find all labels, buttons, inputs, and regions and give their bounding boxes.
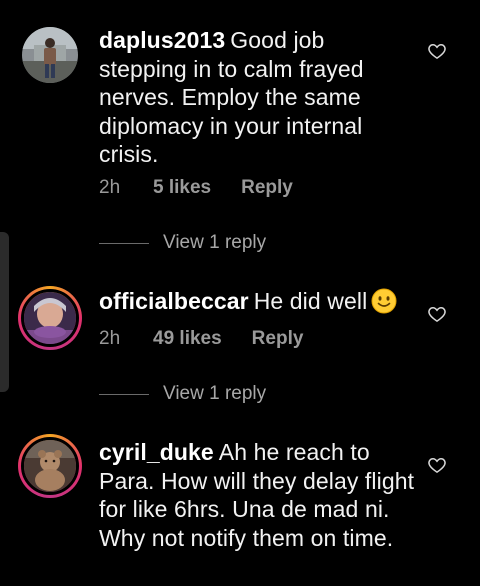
avatar[interactable] — [22, 27, 78, 83]
comment-body: daplus2013 Good job stepping in to calm f… — [99, 26, 415, 169]
comment-body: cyril_duke Ah he reach to Para. How will … — [99, 438, 415, 552]
avatar-story-ring[interactable] — [18, 286, 82, 350]
reply-button[interactable]: Reply — [252, 328, 304, 350]
comment-likes[interactable]: 5 likes — [153, 177, 211, 199]
comment-username[interactable]: cyril_duke — [99, 439, 214, 465]
comment-time: 2h — [99, 328, 121, 349]
view-replies-button[interactable]: View 1 reply — [99, 232, 266, 254]
view-replies-label: View 1 reply — [163, 232, 267, 253]
scroll-edge-handle — [0, 232, 9, 392]
replies-divider-line — [99, 242, 149, 244]
heart-outline-icon[interactable] — [427, 41, 447, 61]
user-photo-standing-icon — [22, 27, 78, 83]
user-photo-selfie-icon — [24, 292, 76, 344]
reply-button[interactable]: Reply — [241, 177, 293, 199]
heart-outline-icon[interactable] — [427, 455, 447, 475]
comment-meta: 2h 49 likes Reply — [99, 328, 303, 350]
comment-likes[interactable]: 49 likes — [153, 328, 222, 350]
comment-text: He did well — [253, 288, 368, 314]
comment-time: 2h — [99, 177, 121, 198]
user-photo-bear-icon — [24, 440, 76, 492]
avatar-story-ring[interactable] — [18, 434, 82, 498]
view-replies-button[interactable]: View 1 reply — [99, 383, 266, 405]
comment-username[interactable]: daplus2013 — [99, 27, 225, 53]
slightly-smiling-face-icon — [371, 288, 397, 314]
comment-body: officialbeccar He did well — [99, 287, 415, 316]
comment-meta: 2h 5 likes Reply — [99, 177, 293, 199]
heart-outline-icon[interactable] — [427, 304, 447, 324]
view-replies-label: View 1 reply — [163, 383, 267, 404]
replies-divider-line — [99, 393, 149, 395]
comment-username[interactable]: officialbeccar — [99, 288, 249, 314]
